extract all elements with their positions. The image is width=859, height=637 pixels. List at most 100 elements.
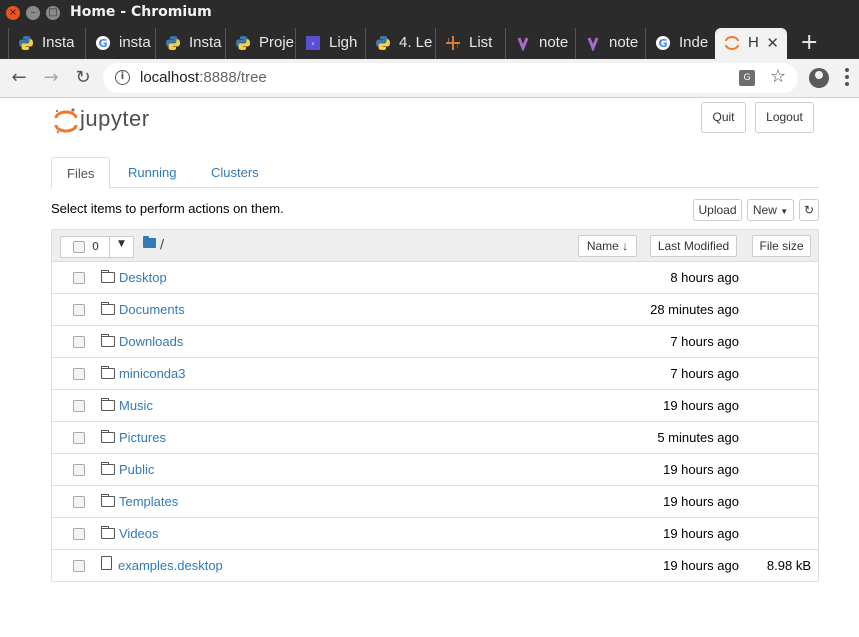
file-list: 0 ▼ / Name ↓ Last Modified File size Des… xyxy=(51,229,819,582)
item-checkbox[interactable] xyxy=(73,272,85,284)
browser-tab-active[interactable]: H ✕ xyxy=(715,28,787,59)
select-dropdown-caret-icon[interactable]: ▼ xyxy=(118,239,125,249)
item-modified: 7 hours ago xyxy=(670,366,739,381)
browser-tab[interactable]: Insta xyxy=(155,28,225,59)
folder-icon xyxy=(101,398,115,411)
item-checkbox[interactable] xyxy=(73,336,85,348)
item-checkbox[interactable] xyxy=(73,528,85,540)
item-name-link[interactable]: Templates xyxy=(119,494,178,509)
sort-by-modified-button[interactable]: Last Modified xyxy=(650,235,737,257)
select-all-group[interactable]: 0 ▼ xyxy=(60,236,134,258)
item-name-link[interactable]: Documents xyxy=(119,302,185,317)
new-button-label: New xyxy=(752,203,777,217)
browser-toolbar: ← → ↻ i localhost:8888/tree G ☆ xyxy=(0,59,859,98)
browser-tab[interactable]: Insta xyxy=(8,28,85,59)
url-text[interactable]: localhost:8888/tree xyxy=(140,69,267,86)
item-name-link[interactable]: examples.desktop xyxy=(118,558,223,573)
list-item[interactable]: Videos 19 hours ago xyxy=(52,518,818,550)
item-modified: 19 hours ago xyxy=(663,494,739,509)
item-checkbox[interactable] xyxy=(73,368,85,380)
item-checkbox[interactable] xyxy=(73,464,85,476)
item-name-link[interactable]: Desktop xyxy=(119,270,167,285)
list-item[interactable]: Pictures 5 minutes ago xyxy=(52,422,818,454)
folder-icon xyxy=(101,366,115,379)
item-modified: 28 minutes ago xyxy=(650,302,739,317)
item-checkbox[interactable] xyxy=(73,432,85,444)
translate-icon[interactable]: G xyxy=(739,70,755,86)
browser-tab[interactable]: note xyxy=(575,28,645,59)
item-name-link[interactable]: Music xyxy=(119,398,153,413)
sort-by-name-button[interactable]: Name ↓ xyxy=(578,235,637,257)
folder-icon xyxy=(101,526,115,539)
select-all-checkbox[interactable] xyxy=(73,241,85,253)
tab-label: Insta xyxy=(42,34,75,51)
item-modified: 19 hours ago xyxy=(663,558,739,573)
browser-tab[interactable]: Proje xyxy=(225,28,295,59)
tab-running[interactable]: Running xyxy=(113,157,191,188)
item-name-link[interactable]: Downloads xyxy=(119,334,183,349)
address-bar[interactable]: i localhost:8888/tree G ☆ xyxy=(103,63,798,93)
logout-button[interactable]: Logout xyxy=(755,102,814,133)
tab-label: H xyxy=(748,34,759,51)
jupyter-icon xyxy=(725,36,739,50)
tab-label: Insta xyxy=(189,34,222,51)
new-dropdown-button[interactable]: New ▼ xyxy=(747,199,794,221)
browser-tab[interactable]: G insta xyxy=(85,28,155,59)
item-checkbox[interactable] xyxy=(73,400,85,412)
python-icon xyxy=(376,36,390,50)
upload-button[interactable]: Upload xyxy=(693,199,742,221)
browser-tab[interactable]: List xyxy=(435,28,505,59)
window-maximize-button[interactable]: □ xyxy=(46,6,60,20)
list-item[interactable]: Downloads 7 hours ago xyxy=(52,326,818,358)
tab-files[interactable]: Files xyxy=(51,157,111,189)
back-button[interactable]: ← xyxy=(8,67,30,89)
browser-menu-icon[interactable] xyxy=(845,68,849,88)
python-icon xyxy=(236,36,250,50)
list-item[interactable]: miniconda3 7 hours ago xyxy=(52,358,818,390)
jupyter-logo[interactable]: jupyter xyxy=(54,104,174,134)
list-item[interactable]: Public 19 hours ago xyxy=(52,454,818,486)
svg-text:G: G xyxy=(658,37,667,50)
profile-avatar-icon[interactable] xyxy=(809,68,829,88)
reload-button[interactable]: ↻ xyxy=(72,67,94,89)
sort-by-size-button[interactable]: File size xyxy=(752,235,811,257)
tab-label: note xyxy=(609,34,639,51)
tab-strip: Insta G insta Insta Proje ⚡ Ligh 4. Le L… xyxy=(0,26,859,59)
selected-count: 0 xyxy=(92,240,99,253)
browser-tab[interactable]: G Inde xyxy=(645,28,715,59)
lightning-icon: ⚡ xyxy=(306,36,320,50)
list-item[interactable]: Templates 19 hours ago xyxy=(52,486,818,518)
onenote-icon xyxy=(517,37,529,51)
item-name-link[interactable]: Public xyxy=(119,462,154,477)
forward-button[interactable]: → xyxy=(40,67,62,89)
list-item[interactable]: Documents 28 minutes ago xyxy=(52,294,818,326)
info-icon[interactable]: i xyxy=(115,70,130,85)
item-checkbox[interactable] xyxy=(73,560,85,572)
browser-tab[interactable]: note xyxy=(505,28,575,59)
browser-tab[interactable]: 4. Le xyxy=(365,28,435,59)
python-icon xyxy=(166,36,180,50)
url-host: localhost xyxy=(140,69,200,86)
list-item[interactable]: Music 19 hours ago xyxy=(52,390,818,422)
item-name-link[interactable]: Pictures xyxy=(119,430,166,445)
breadcrumb-root[interactable]: / xyxy=(160,237,164,251)
tab-label: Ligh xyxy=(329,34,358,51)
window-minimize-button[interactable]: – xyxy=(26,6,40,20)
dashboard-tabs: Files Running Clusters xyxy=(51,157,819,189)
quit-button[interactable]: Quit xyxy=(701,102,746,133)
new-tab-button[interactable]: + xyxy=(800,30,818,55)
item-checkbox[interactable] xyxy=(73,496,85,508)
tab-close-icon[interactable]: ✕ xyxy=(766,34,779,52)
item-name-link[interactable]: Videos xyxy=(119,526,159,541)
browser-tab[interactable]: ⚡ Ligh xyxy=(295,28,365,59)
bookmark-star-icon[interactable]: ☆ xyxy=(770,66,786,87)
item-checkbox[interactable] xyxy=(73,304,85,316)
window-close-button[interactable]: × xyxy=(6,6,20,20)
home-folder-icon[interactable] xyxy=(143,236,156,248)
refresh-button[interactable]: ↻ xyxy=(799,199,819,221)
list-item[interactable]: examples.desktop 19 hours ago 8.98 kB xyxy=(52,550,818,582)
item-name-link[interactable]: miniconda3 xyxy=(119,366,186,381)
tab-label: Proje xyxy=(259,34,295,51)
tab-clusters[interactable]: Clusters xyxy=(196,157,274,188)
list-item[interactable]: Desktop 8 hours ago xyxy=(52,262,818,294)
